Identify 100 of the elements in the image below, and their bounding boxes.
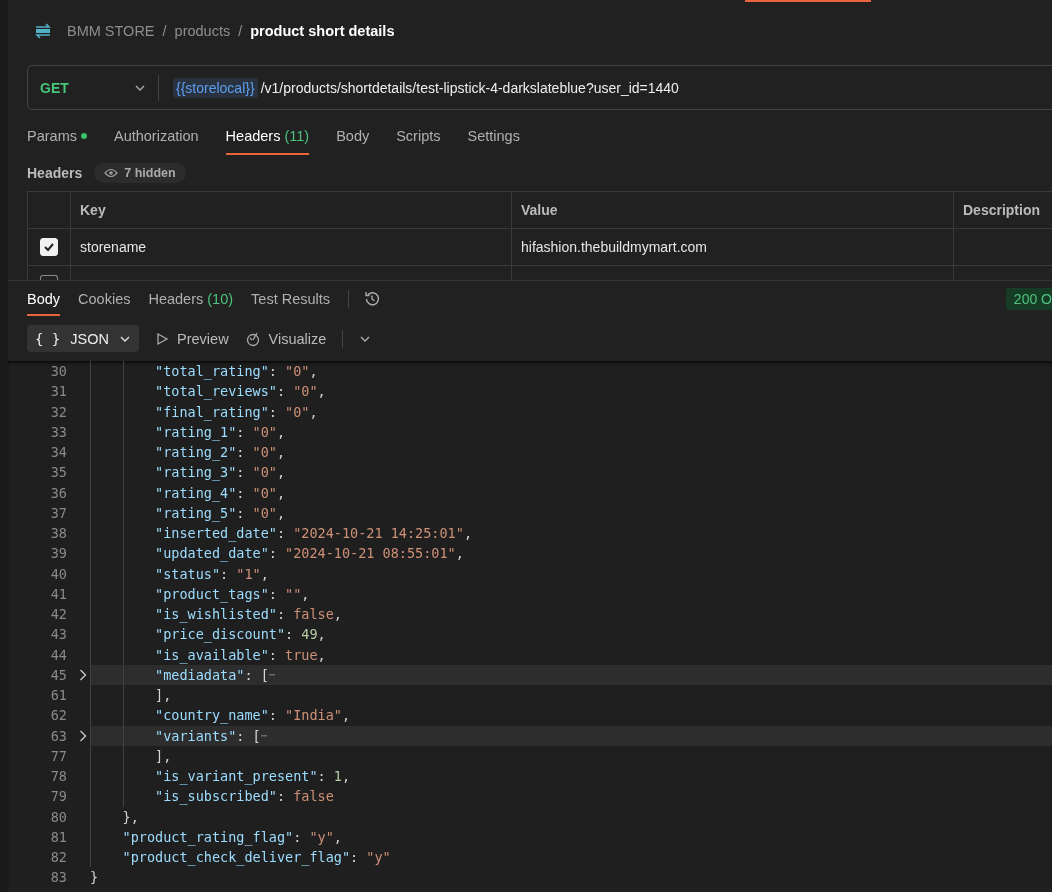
url-path: /v1/products/shortdetails/test-lipstick-4-darkslateblue?user_id=1440	[260, 79, 679, 96]
chevron-right-icon[interactable]	[78, 729, 87, 742]
line-number: 77	[49, 747, 67, 764]
url-input[interactable]: {{storelocal}} /v1/products/shortdetails/test-lipstick-4-darkslateblue?user_id=1440	[159, 77, 679, 98]
json-punctuation: ,	[276, 444, 286, 461]
json-punctuation: :	[268, 403, 278, 420]
line-number: 79	[49, 788, 67, 805]
json-string: "0"	[252, 423, 277, 440]
json-punctuation: ,	[455, 545, 464, 562]
http-request-icon	[33, 21, 53, 41]
json-punctuation: ],	[155, 747, 172, 764]
request-tab[interactable]: Headers (11)	[225, 118, 310, 155]
request-tab[interactable]: Settings	[467, 118, 520, 155]
view-button[interactable]: Visualize	[244, 330, 327, 347]
line-number: 83	[49, 869, 67, 886]
json-boolean: false	[293, 788, 334, 805]
json-punctuation: ,	[317, 626, 326, 643]
json-string: "y"	[366, 849, 391, 866]
json-string: "0"	[252, 504, 277, 521]
breadcrumb-link[interactable]: products	[174, 23, 231, 39]
json-string: "0"	[252, 464, 277, 481]
json-key: "updated_date"	[155, 545, 269, 562]
line-number: 36	[49, 484, 67, 501]
line-number: 45	[49, 666, 67, 683]
json-key: "inserted_date"	[155, 525, 277, 542]
folded-ellipsis: ⋯	[260, 729, 268, 743]
line-number: 30	[49, 363, 67, 380]
json-punctuation: ,	[341, 768, 351, 785]
json-punctuation: :	[220, 565, 230, 582]
breadcrumb-link[interactable]: BMM STORE	[67, 23, 155, 39]
request-tab[interactable]: Body	[336, 118, 370, 155]
response-tab[interactable]: Body	[27, 281, 61, 316]
response-tab[interactable]: Headers (10)	[148, 281, 234, 316]
line-number: 44	[49, 646, 67, 663]
line-number: 62	[49, 707, 67, 724]
json-punctuation: },	[122, 808, 139, 825]
json-punctuation: :	[276, 525, 287, 542]
json-key: "final_rating"	[155, 403, 269, 420]
json-punctuation: :	[236, 484, 246, 501]
line-number: 40	[49, 565, 67, 582]
line-number: 43	[49, 626, 67, 643]
eye-icon	[104, 168, 119, 178]
line-number: 63	[49, 727, 67, 744]
json-punctuation: ,	[333, 606, 342, 623]
json-punctuation: ,	[276, 423, 286, 440]
response-tab[interactable]: Cookies	[78, 281, 131, 316]
json-key: "price_discount"	[155, 626, 286, 643]
request-tab[interactable]: Scripts	[396, 118, 441, 155]
json-punctuation: :	[293, 828, 303, 845]
table-cell: hifashion.thebuildmymart.com	[521, 239, 707, 255]
view-button[interactable]: Preview	[155, 330, 229, 347]
json-key: "rating_3"	[155, 464, 237, 481]
request-title: product short details	[250, 23, 395, 39]
chevron-right-icon[interactable]	[78, 668, 87, 681]
json-punctuation: ,	[317, 646, 326, 663]
json-punctuation: :	[268, 545, 278, 562]
breadcrumb-separator: /	[162, 23, 167, 39]
json-key: "rating_1"	[155, 423, 237, 440]
json-boolean: true	[285, 646, 318, 663]
json-number: 49	[301, 626, 318, 643]
response-tab[interactable]: Test Results	[251, 281, 331, 316]
hidden-headers-toggle[interactable]: 7 hidden	[94, 163, 186, 183]
json-punctuation: ],	[155, 687, 172, 704]
json-key: "rating_4"	[155, 484, 237, 501]
json-punctuation: ,	[333, 828, 342, 845]
json-punctuation: : [	[244, 666, 269, 683]
json-punctuation: :	[236, 504, 246, 521]
line-number: 41	[49, 585, 67, 602]
json-key: "rating_5"	[155, 504, 237, 521]
history-icon[interactable]	[363, 289, 382, 308]
line-number: 42	[49, 606, 67, 623]
json-punctuation: ,	[341, 707, 351, 724]
json-key: "mediadata"	[155, 666, 245, 683]
json-key: "product_tags"	[155, 585, 269, 602]
checkmark-icon	[43, 241, 55, 253]
json-key: "is_subscribed"	[155, 788, 277, 805]
json-punctuation: ,	[309, 363, 318, 380]
json-key: "product_check_deliver_flag"	[122, 849, 351, 866]
format-dropdown[interactable]: { } JSON	[27, 325, 140, 352]
json-key: "country_name"	[155, 707, 269, 724]
line-number: 82	[49, 849, 67, 866]
json-punctuation: }	[90, 869, 99, 886]
json-punctuation: : [	[236, 727, 261, 744]
method-dropdown[interactable]: GET	[28, 74, 159, 101]
json-punctuation: ,	[463, 525, 472, 542]
json-punctuation: ,	[301, 585, 310, 602]
json-punctuation: ,	[309, 403, 318, 420]
json-string: "y"	[309, 828, 334, 845]
json-punctuation: :	[276, 606, 287, 623]
json-punctuation: :	[236, 464, 246, 481]
request-tab[interactable]: Authorization	[113, 118, 199, 155]
folded-ellipsis: ⋯	[268, 668, 276, 682]
play-icon	[155, 331, 170, 346]
line-number: 33	[49, 423, 67, 440]
line-number: 31	[49, 383, 67, 400]
request-tab[interactable]: Params	[27, 118, 87, 155]
line-number: 35	[49, 464, 67, 481]
json-key: "variants"	[155, 727, 237, 744]
visualize-icon	[244, 330, 261, 347]
json-key: "product_rating_flag"	[122, 828, 294, 845]
